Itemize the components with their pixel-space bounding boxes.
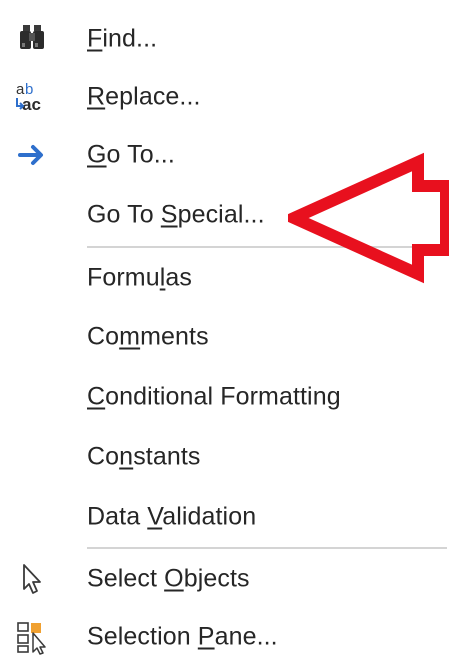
pointer-arrow-icon <box>14 561 50 597</box>
menu-item-select-objects[interactable]: Select Objects <box>0 550 449 608</box>
menu-item-label-constants: Constants <box>87 442 201 471</box>
menu-item-label-formulas: Formulas <box>87 263 192 292</box>
menu-item-data-validation[interactable]: Data Validation <box>0 488 449 546</box>
arrow-right-icon <box>14 137 50 173</box>
menu-item-constants[interactable]: Constants <box>0 428 449 486</box>
menu-item-conditional-formatting[interactable]: Conditional Formatting <box>0 368 449 426</box>
menu-item-replace[interactable]: a b ac Replace... <box>0 68 449 126</box>
menu-item-label-find: Find... <box>87 24 158 53</box>
menu-item-find[interactable]: Find... <box>0 10 449 68</box>
menu-item-label-data-validation: Data Validation <box>87 502 257 531</box>
menu-item-label-select-objects: Select Objects <box>87 564 250 593</box>
red-annotation-arrow-icon <box>279 148 449 288</box>
menu-separator <box>87 547 447 549</box>
replace-ab-ac-icon: a b ac <box>14 79 50 115</box>
menu-item-label-goto: Go To... <box>87 140 175 169</box>
find-select-dropdown-menu: Find... a b ac Replace... Go To... Go To… <box>0 0 449 666</box>
menu-item-label-selection-pane: Selection Pane... <box>87 622 278 651</box>
selection-pane-icon <box>14 619 50 655</box>
menu-item-label-conditional-formatting: Conditional Formatting <box>87 382 341 411</box>
menu-item-label-replace: Replace... <box>87 82 201 111</box>
binoculars-icon <box>14 21 50 57</box>
menu-item-label-goto-special: Go To Special... <box>87 200 265 229</box>
svg-text:ac: ac <box>22 95 41 114</box>
menu-item-label-comments: Comments <box>87 322 209 351</box>
menu-item-selection-pane[interactable]: Selection Pane... <box>0 608 449 666</box>
menu-item-comments[interactable]: Comments <box>0 308 449 366</box>
